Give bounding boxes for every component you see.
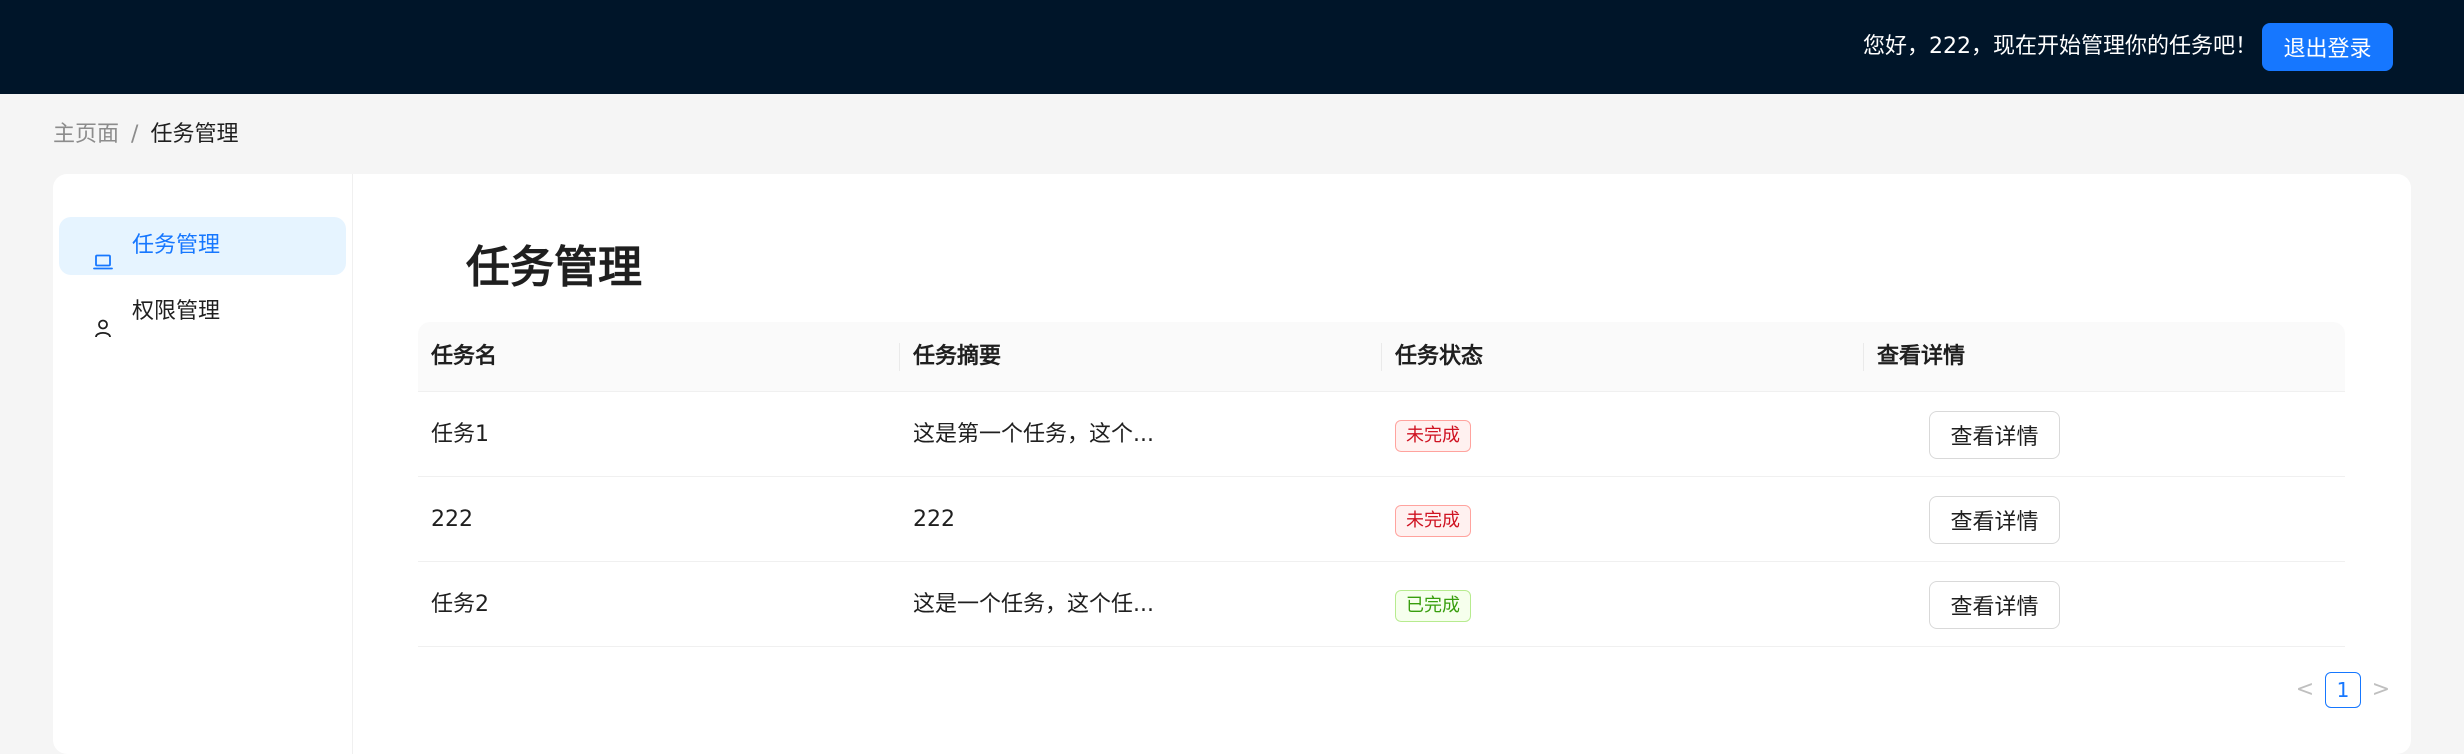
logout-button[interactable]: 退出登录 [2262,23,2393,71]
column-divider [899,343,900,371]
task-summary-cell: 这是第一个任务，这个... [913,422,1154,447]
breadcrumb: 主页面 / 任务管理 [53,121,238,149]
column-header-view-details: 查看详情 [1877,344,1966,369]
sidebar-item-label: 任务管理 [132,233,221,258]
task-name-cell: 222 [431,507,473,532]
task-name-cell: 任务2 [431,592,489,617]
pagination-next-button[interactable]: > [2369,676,2393,704]
pagination: < 1 > [2293,670,2393,710]
view-details-button[interactable]: 查看详情 [1929,496,2060,544]
sidebar: 任务管理 权限管理 [53,174,353,754]
column-header-task-status: 任务状态 [1395,344,1484,369]
sidebar-item-label: 权限管理 [132,299,221,324]
pagination-prev-button[interactable]: < [2293,676,2317,704]
table-row: 任务1 这是第一个任务，这个... 未完成 查看详情 [418,392,2345,477]
task-summary-cell: 这是一个任务，这个任... [913,592,1154,617]
view-details-button[interactable]: 查看详情 [1929,411,2060,459]
sidebar-item-task-management[interactable]: 任务管理 [59,217,346,275]
page-title: 任务管理 [466,242,642,293]
task-table: 任务名 任务摘要 任务状态 查看详情 任务1 这是第一个任务，这个... 未完成… [418,322,2345,647]
column-header-task-name: 任务名 [431,344,498,369]
view-details-button[interactable]: 查看详情 [1929,581,2060,629]
top-header: 您好，222，现在开始管理你的任务吧！ 退出登录 [0,0,2464,94]
column-divider [1381,343,1382,371]
content-card: 任务管理 权限管理 任务管理 任务名 任务摘要 任务状态 查看详情 任务1 这是… [53,174,2411,754]
table-row: 任务2 这是一个任务，这个任... 已完成 查看详情 [418,562,2345,647]
user-icon [93,303,113,338]
task-summary-cell: 222 [913,507,955,532]
greeting-text: 您好，222，现在开始管理你的任务吧！ [1863,34,2257,59]
table-header: 任务名 任务摘要 任务状态 查看详情 [418,322,2345,392]
task-name-cell: 任务1 [431,422,489,447]
status-badge: 未完成 [1395,420,1471,452]
status-badge: 未完成 [1395,505,1471,537]
column-divider [1863,343,1864,371]
breadcrumb-current: 任务管理 [150,122,239,147]
breadcrumb-home[interactable]: 主页面 [53,122,119,147]
pagination-page-button[interactable]: 1 [2325,672,2361,708]
laptop-icon [93,237,113,270]
breadcrumb-separator: / [131,122,139,147]
status-badge: 已完成 [1395,590,1471,622]
sidebar-item-permission-management[interactable]: 权限管理 [59,283,346,341]
column-header-task-summary: 任务摘要 [913,344,1002,369]
table-row: 222 222 未完成 查看详情 [418,477,2345,562]
